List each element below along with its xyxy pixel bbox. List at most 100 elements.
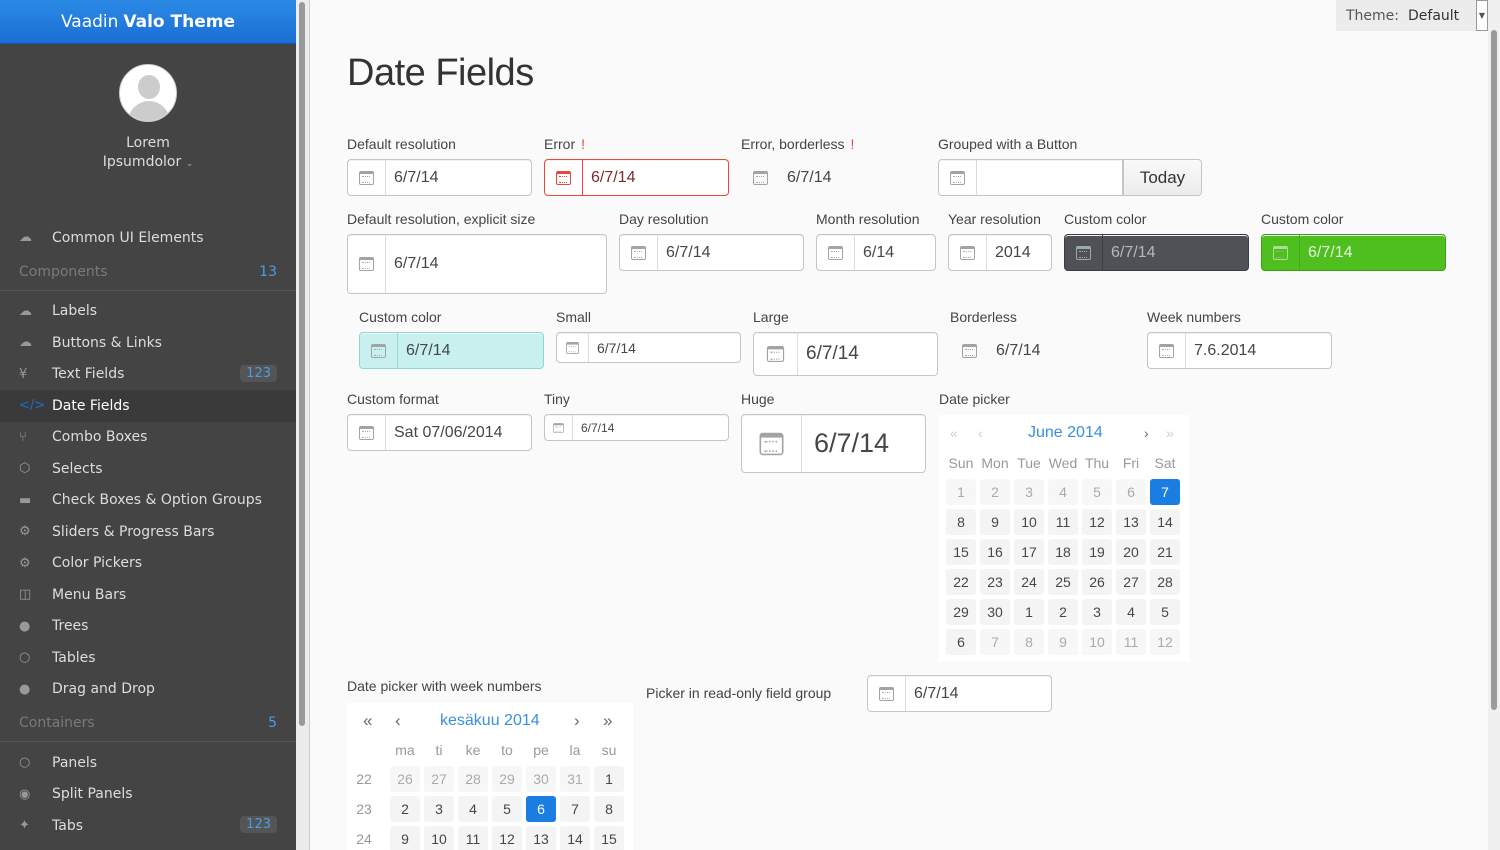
date-input[interactable]: 6/7/14 [802, 415, 889, 472]
date-field[interactable]: 6/7/14 [556, 332, 741, 363]
calendar-day[interactable]: 11 [458, 826, 488, 850]
date-field[interactable] [938, 159, 1123, 196]
date-field[interactable]: 6/7/14 [619, 234, 804, 271]
calendar-day[interactable]: 30 [980, 599, 1010, 625]
calendar-day[interactable]: 9 [1048, 629, 1078, 655]
sidebar-item-date-fields[interactable]: </> Date Fields [0, 390, 296, 422]
calendar-day[interactable]: 12 [1082, 509, 1112, 535]
calendar-day[interactable]: 3 [424, 796, 454, 822]
calendar-day[interactable]: 10 [1014, 509, 1044, 535]
calendar-day[interactable]: 13 [1116, 509, 1146, 535]
calendar-day[interactable]: 6 [526, 796, 556, 822]
calendar-icon[interactable] [545, 415, 573, 440]
calendar-day[interactable]: 20 [1116, 539, 1146, 565]
calendar-day[interactable]: 31 [560, 766, 590, 792]
avatar[interactable] [119, 64, 177, 122]
date-input[interactable]: 6/7/14 [1103, 235, 1155, 270]
sidebar-item-trees[interactable]: ● Trees [0, 611, 296, 643]
calendar-icon[interactable] [348, 235, 386, 293]
calendar-day[interactable]: 19 [1082, 539, 1112, 565]
calendar-icon[interactable] [620, 235, 658, 270]
date-field[interactable]: 6/7/14 [359, 332, 544, 369]
calendar-day[interactable]: 16 [980, 539, 1010, 565]
prev-month-icon[interactable]: ‹ [395, 711, 401, 731]
date-input[interactable]: 6/7/14 [573, 415, 614, 440]
dropdown-arrow-icon[interactable]: ▼ [1476, 0, 1488, 31]
calendar-day[interactable]: 28 [458, 766, 488, 792]
calendar-day[interactable]: 8 [1014, 629, 1044, 655]
date-field[interactable]: 7.6.2014 [1147, 332, 1332, 369]
sidebar-item-tables[interactable]: ○ Tables [0, 642, 296, 674]
calendar-day[interactable]: 13 [526, 826, 556, 850]
date-input[interactable]: 7.6.2014 [1186, 333, 1256, 368]
calendar-day[interactable]: 18 [1048, 539, 1078, 565]
calendar-day[interactable]: 6 [946, 629, 976, 655]
sidebar-item-check-boxes-option-groups[interactable]: ▬ Check Boxes & Option Groups [0, 485, 296, 517]
calendar-day[interactable]: 14 [560, 826, 590, 850]
calendar-day[interactable]: 8 [946, 509, 976, 535]
calendar-day[interactable]: 26 [1082, 569, 1112, 595]
sidebar-item-drag-and-drop[interactable]: ● Drag and Drop [0, 674, 296, 706]
calendar-day[interactable]: 9 [980, 509, 1010, 535]
sidebar-item-split-panels[interactable]: ◉ Split Panels [0, 779, 296, 811]
calendar-icon[interactable] [868, 676, 906, 711]
calendar-icon[interactable] [1262, 235, 1300, 270]
calendar-day[interactable]: 3 [1014, 479, 1044, 505]
app-title[interactable]: Vaadin Valo Theme [0, 0, 296, 44]
calendar-day[interactable]: 23 [980, 569, 1010, 595]
calendar-day[interactable]: 14 [1150, 509, 1180, 535]
calendar-day[interactable]: 2 [1048, 599, 1078, 625]
sidebar-scrollbar[interactable] [296, 0, 310, 850]
calendar-icon[interactable] [348, 415, 386, 450]
sidebar-item-common-ui-elements[interactable]: ☁ Common UI Elements [0, 222, 296, 254]
today-button[interactable]: Today [1123, 159, 1202, 196]
calendar-icon[interactable] [950, 332, 988, 369]
calendar-day[interactable]: 28 [1150, 569, 1180, 595]
calendar-day[interactable]: 1 [594, 766, 624, 792]
date-field[interactable]: 6/7/14 [1064, 234, 1249, 271]
calendar-day[interactable]: 30 [526, 766, 556, 792]
date-input[interactable]: 6/7/14 [583, 160, 635, 195]
date-field[interactable]: 6/7/14 [544, 159, 729, 196]
date-field[interactable]: 6/7/14 [347, 159, 532, 196]
calendar-day[interactable]: 4 [458, 796, 488, 822]
calendar-icon[interactable] [817, 235, 855, 270]
sidebar-item-tabs[interactable]: ✦ Tabs 123 [0, 810, 296, 842]
calendar-day[interactable]: 7 [980, 629, 1010, 655]
sidebar-scroll-thumb[interactable] [299, 2, 305, 726]
date-input[interactable]: 6/7/14 [386, 160, 438, 195]
date-input[interactable]: 6/7/14 [398, 333, 450, 368]
calendar-day[interactable]: 22 [946, 569, 976, 595]
calendar-day[interactable]: 21 [1150, 539, 1180, 565]
calendar-icon[interactable] [949, 235, 987, 270]
main-scroll-thumb[interactable] [1491, 30, 1497, 710]
calendar-day[interactable]: 2 [980, 479, 1010, 505]
date-input[interactable] [977, 160, 985, 195]
next-year-icon[interactable]: » [1166, 425, 1174, 441]
date-input[interactable]: Sat 07/06/2014 [386, 415, 503, 450]
calendar-icon[interactable] [1148, 333, 1186, 368]
sidebar-item-text-fields[interactable]: ¥ Text Fields 123 [0, 359, 296, 391]
calendar-day[interactable]: 2 [390, 796, 420, 822]
next-month-icon[interactable]: › [1144, 425, 1149, 441]
sidebar-item-accordions[interactable]: ❐Accordions [0, 842, 296, 850]
calendar-icon[interactable] [754, 333, 798, 375]
calendar-day[interactable]: 4 [1116, 599, 1146, 625]
sidebar-item-selects[interactable]: ⬡ Selects [0, 453, 296, 485]
sidebar-item-menu-bars[interactable]: ◫ Menu Bars [0, 579, 296, 611]
sidebar-item-panels[interactable]: ○ Panels [0, 747, 296, 779]
date-input[interactable]: 6/7/14 [906, 676, 958, 711]
date-field[interactable]: 6/7/14 [741, 159, 926, 196]
calendar-day[interactable]: 5 [1150, 599, 1180, 625]
calendar-day[interactable]: 12 [492, 826, 522, 850]
calendar-day[interactable]: 8 [594, 796, 624, 822]
calendar-day[interactable]: 17 [1014, 539, 1044, 565]
sidebar-item-sliders-progress-bars[interactable]: ⚙ Sliders & Progress Bars [0, 516, 296, 548]
user-last-name[interactable]: Ipsumdolor ⌄ [0, 153, 296, 174]
calendar-day[interactable]: 25 [1048, 569, 1078, 595]
calendar-day[interactable]: 6 [1116, 479, 1146, 505]
calendar-day[interactable]: 7 [560, 796, 590, 822]
date-input[interactable]: 6/7/14 [988, 332, 1040, 369]
calendar-day[interactable]: 24 [1014, 569, 1044, 595]
calendar-day[interactable]: 15 [594, 826, 624, 850]
